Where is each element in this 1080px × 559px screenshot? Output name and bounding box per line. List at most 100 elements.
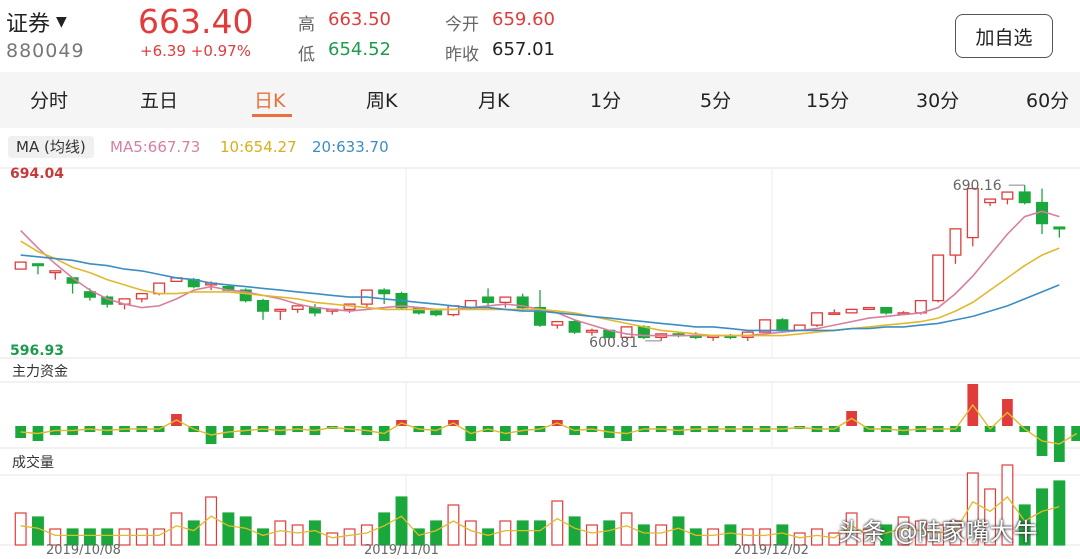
tab-monthly-k[interactable]: 月K — [478, 86, 509, 113]
candle-body — [291, 305, 304, 311]
volume-bar — [343, 528, 356, 546]
open-value: 659.60 — [492, 9, 555, 30]
volume-bar — [655, 524, 668, 546]
low-value: 654.52 — [328, 39, 391, 60]
candle-body — [810, 312, 824, 326]
date-label: 2019/11/01 — [364, 543, 439, 555]
candle-body — [135, 292, 148, 300]
stock-name-selector[interactable]: 证券 ▼ — [6, 6, 67, 38]
date-label: 2019/12/02 — [734, 543, 809, 555]
candle-body — [828, 312, 841, 316]
candle-body — [568, 320, 581, 333]
kline-chart-area[interactable]: MA (均线) MA5:667.73 10:654.27 20:633.70 6… — [0, 130, 1080, 558]
candle-body — [274, 308, 287, 312]
candle-body — [447, 305, 460, 316]
volume-label: 成交量 — [12, 454, 54, 471]
money-flow-bars — [15, 384, 1080, 462]
volume-bar — [274, 520, 287, 546]
volume-bar — [534, 520, 546, 546]
high-value: 663.50 — [328, 9, 391, 30]
volume-bar — [568, 516, 581, 546]
candle-body — [1053, 226, 1066, 230]
candle-body — [1018, 191, 1031, 204]
candle-body — [378, 289, 391, 295]
high-label: 高 — [298, 15, 315, 35]
volume-bar — [603, 520, 616, 546]
volume-bar — [222, 512, 235, 546]
candle-body — [984, 198, 997, 204]
tab-five-day[interactable]: 五日 — [140, 86, 178, 113]
volume-bar — [430, 520, 443, 546]
volume-bar — [482, 528, 495, 546]
candle-body — [845, 308, 858, 314]
kline-chart[interactable]: MA (均线) MA5:667.73 10:654.27 20:633.70 6… — [0, 130, 1080, 558]
volume-bar — [585, 524, 598, 546]
ma5-value: MA5:667.73 — [110, 138, 200, 156]
candlesticks — [14, 185, 1066, 341]
ma20-value: 20:633.70 — [312, 138, 389, 156]
chart-grid — [0, 167, 1080, 546]
change-percent: +0.97% — [190, 42, 251, 60]
tab-daily-k[interactable]: 日K — [254, 86, 285, 113]
volume-bar — [257, 528, 269, 546]
caret-down-icon[interactable]: ▼ — [56, 14, 67, 30]
candle-body — [551, 320, 564, 326]
volume-bar — [32, 516, 44, 546]
open-label: 今开 — [445, 15, 479, 35]
tab-30min[interactable]: 30分 — [916, 86, 959, 113]
ma10-value: 10:654.27 — [220, 138, 297, 156]
active-tab-indicator — [252, 114, 292, 117]
volume-bar — [689, 528, 702, 546]
ma-legend-label: MA (均线) — [16, 138, 86, 156]
period-tabs: 分时 五日 日K 周K 月K 1分 5分 15分 30分 60分 — [0, 72, 1080, 128]
volume-bar — [14, 512, 27, 546]
quote-header: 证券 ▼ 880049 663.40 +6.39 +0.97% 高 663.50… — [0, 0, 1080, 72]
volume-bar — [672, 516, 685, 546]
volume-bar — [360, 524, 373, 546]
volume-bar — [551, 500, 564, 546]
candle-body — [776, 319, 789, 332]
y-min-label: 596.93 — [10, 343, 64, 359]
extreme-markers: 690.16 600.81 — [589, 178, 1025, 351]
tab-weekly-k[interactable]: 周K — [366, 86, 397, 113]
last-price: 663.40 — [138, 2, 254, 41]
tab-5min[interactable]: 5分 — [700, 86, 731, 113]
volume-bar — [707, 528, 720, 546]
volume-bar — [239, 516, 252, 546]
add-favorite-button[interactable]: 加自选 — [955, 14, 1053, 58]
volume-bar — [291, 524, 304, 546]
price-change: +6.39 +0.97% — [140, 42, 251, 60]
volume-bar — [620, 512, 633, 546]
tab-60min[interactable]: 60分 — [1026, 86, 1069, 113]
volume-bar — [135, 528, 148, 546]
tab-intraday[interactable]: 分时 — [30, 86, 68, 113]
candle-body — [966, 187, 979, 239]
low-label: 低 — [298, 45, 315, 65]
volume-bar — [776, 524, 789, 546]
candle-body — [862, 306, 875, 311]
tab-1min[interactable]: 1分 — [590, 86, 621, 113]
candle-body — [14, 261, 27, 270]
volume-bar — [153, 528, 166, 546]
tab-15min[interactable]: 15分 — [806, 86, 849, 113]
candle-body — [31, 263, 44, 267]
candle-body — [1001, 191, 1014, 200]
stock-name: 证券 — [6, 12, 51, 37]
candle-body — [49, 270, 62, 274]
volume-bar — [205, 496, 218, 546]
volume-bar — [499, 520, 512, 546]
candle-body — [499, 296, 512, 304]
watermark: 头条 @陆家嘴大牛 — [838, 518, 1038, 546]
volume-bar — [170, 512, 183, 546]
volume-bar — [308, 520, 321, 546]
volume-bar — [187, 520, 200, 546]
volume-bar — [811, 528, 823, 546]
volume-bar — [447, 504, 460, 546]
volume-bar — [516, 520, 529, 546]
max-marker-label: 690.16 — [953, 178, 1002, 194]
volume-bar — [326, 532, 339, 546]
volume-bar — [464, 520, 477, 546]
date-label: 2019/10/08 — [46, 543, 121, 555]
volume-bar — [1053, 480, 1066, 546]
candle-body — [949, 228, 962, 256]
